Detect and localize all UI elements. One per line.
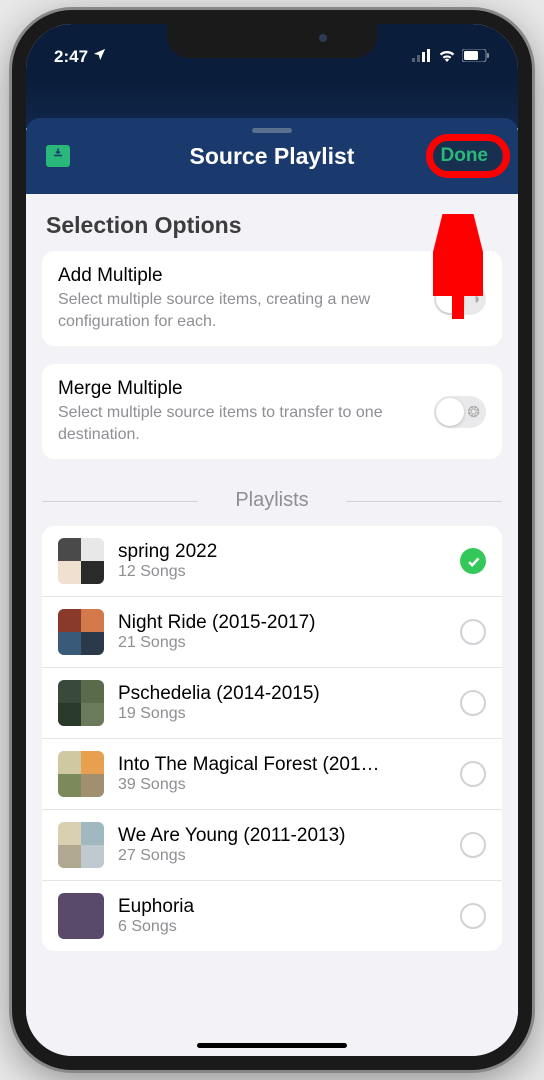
home-indicator[interactable] (197, 1043, 347, 1048)
playlist-name: Night Ride (2015-2017) (118, 612, 446, 634)
playlist-info: spring 202212 Songs (118, 541, 446, 581)
playlist-count: 19 Songs (118, 705, 446, 723)
playlist-count: 12 Songs (118, 563, 446, 581)
checkmark-icon[interactable] (460, 548, 486, 574)
playlist-artwork (58, 538, 104, 584)
playlists-header: Playlists (42, 489, 502, 512)
option-desc: Select multiple source items to transfer… (58, 402, 422, 445)
playlist-count: 6 Songs (118, 918, 446, 936)
section-title: Selection Options (42, 212, 502, 239)
radio-empty-icon[interactable] (460, 832, 486, 858)
sheet-header: Source Playlist Done (26, 118, 518, 194)
option-desc: Select multiple source items, creating a… (58, 289, 422, 332)
playlist-artwork (58, 751, 104, 797)
location-icon (92, 47, 107, 67)
playlist-name: Pschedelia (2014-2015) (118, 683, 446, 705)
battery-icon (462, 47, 490, 67)
option-title: Merge Multiple (58, 378, 422, 400)
playlist-name: We Are Young (2011-2013) (118, 825, 446, 847)
content-area: Selection Options Add Multiple Select mu… (26, 194, 518, 1056)
playlist-info: Night Ride (2015-2017)21 Songs (118, 612, 446, 652)
playlist-row[interactable]: Euphoria6 Songs (42, 881, 502, 951)
playlist-info: We Are Young (2011-2013)27 Songs (118, 825, 446, 865)
playlist-row[interactable]: We Are Young (2011-2013)27 Songs (42, 810, 502, 881)
playlist-artwork (58, 680, 104, 726)
playlist-artwork (58, 893, 104, 939)
playlist-info: Pschedelia (2014-2015)19 Songs (118, 683, 446, 723)
playlist-name: spring 2022 (118, 541, 446, 563)
option-add-multiple: Add Multiple Select multiple source item… (42, 251, 502, 346)
radio-empty-icon[interactable] (460, 619, 486, 645)
playlist-count: 39 Songs (118, 776, 446, 794)
playlist-row[interactable]: Pschedelia (2014-2015)19 Songs (42, 668, 502, 739)
playlist-name: Euphoria (118, 896, 446, 918)
toggle-merge-multiple[interactable]: ❂ (434, 396, 486, 428)
playlist-artwork (58, 822, 104, 868)
done-button[interactable]: Done (427, 139, 503, 173)
radio-empty-icon[interactable] (460, 903, 486, 929)
cellular-icon (412, 47, 432, 67)
option-title: Add Multiple (58, 265, 422, 287)
playlist-row[interactable]: spring 202212 Songs (42, 526, 502, 597)
wifi-icon (438, 47, 456, 67)
import-button[interactable] (46, 145, 70, 167)
toggle-add-multiple[interactable]: ◑ (434, 283, 486, 315)
phone-frame: 2:47 Source Playlist Done (12, 10, 532, 1070)
device-notch (167, 24, 377, 58)
drag-handle[interactable] (252, 128, 292, 133)
gear-icon: ◑ (471, 290, 480, 307)
radio-empty-icon[interactable] (460, 690, 486, 716)
playlist-info: Into The Magical Forest (201…39 Songs (118, 754, 446, 794)
playlist-count: 27 Songs (118, 847, 446, 865)
playlist-list: spring 202212 Songs Night Ride (2015-2017… (42, 526, 502, 951)
gear-icon: ❂ (467, 403, 480, 421)
playlist-info: Euphoria6 Songs (118, 896, 446, 936)
camera-dot (319, 34, 327, 42)
playlist-row[interactable]: Into The Magical Forest (201…39 Songs (42, 739, 502, 810)
status-time: 2:47 (54, 47, 88, 67)
playlist-artwork (58, 609, 104, 655)
page-title: Source Playlist (190, 143, 355, 170)
option-merge-multiple: Merge Multiple Select multiple source it… (42, 364, 502, 459)
playlist-row[interactable]: Night Ride (2015-2017)21 Songs (42, 597, 502, 668)
playlist-count: 21 Songs (118, 634, 446, 652)
playlist-name: Into The Magical Forest (201… (118, 754, 446, 776)
radio-empty-icon[interactable] (460, 761, 486, 787)
